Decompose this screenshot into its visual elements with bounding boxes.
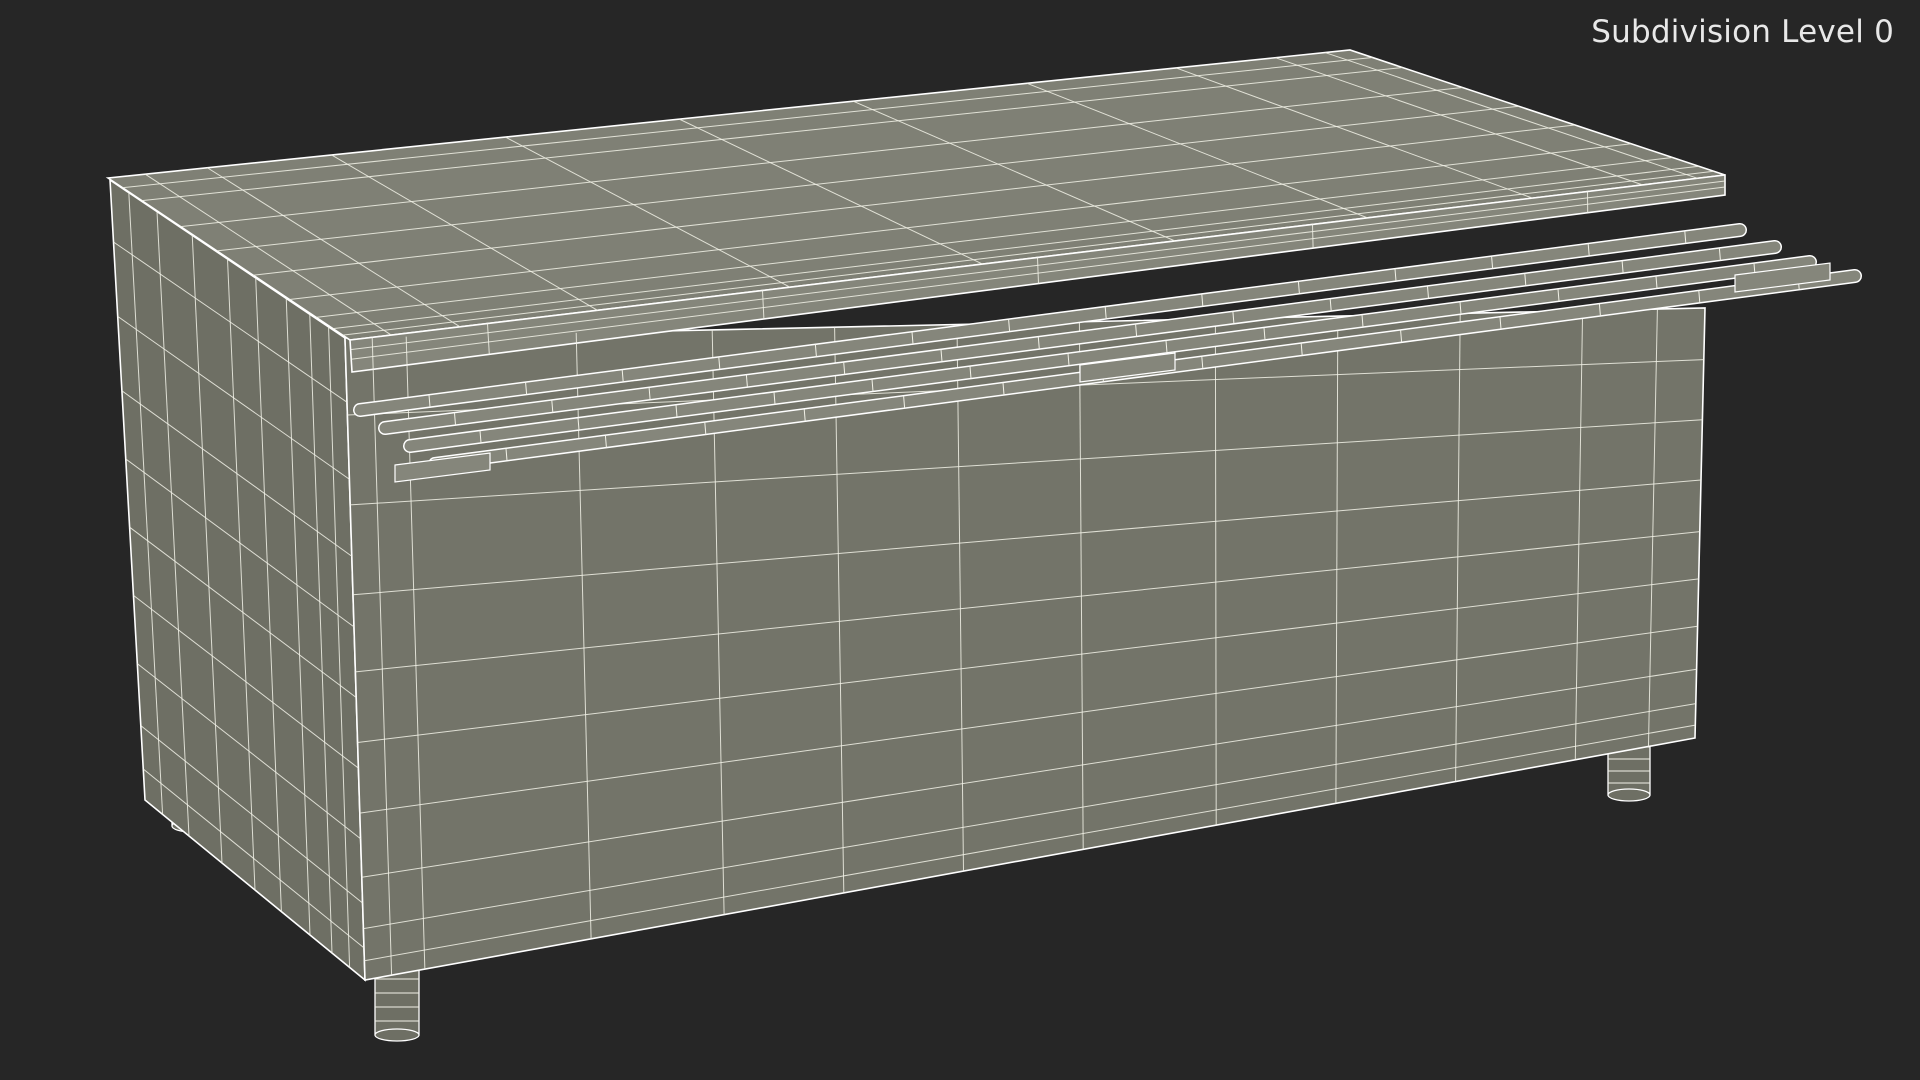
leg-front-left-foot (374, 1028, 420, 1042)
cabinet-top-lip-wire-u (1312, 224, 1314, 249)
wireframe-cabinet-icon[interactable] (0, 0, 1920, 1080)
leg-front-right-foot (1607, 788, 1651, 802)
cabinet-faces (105, 49, 1726, 982)
3d-viewport[interactable]: Subdivision Level 0 (0, 0, 1920, 1080)
